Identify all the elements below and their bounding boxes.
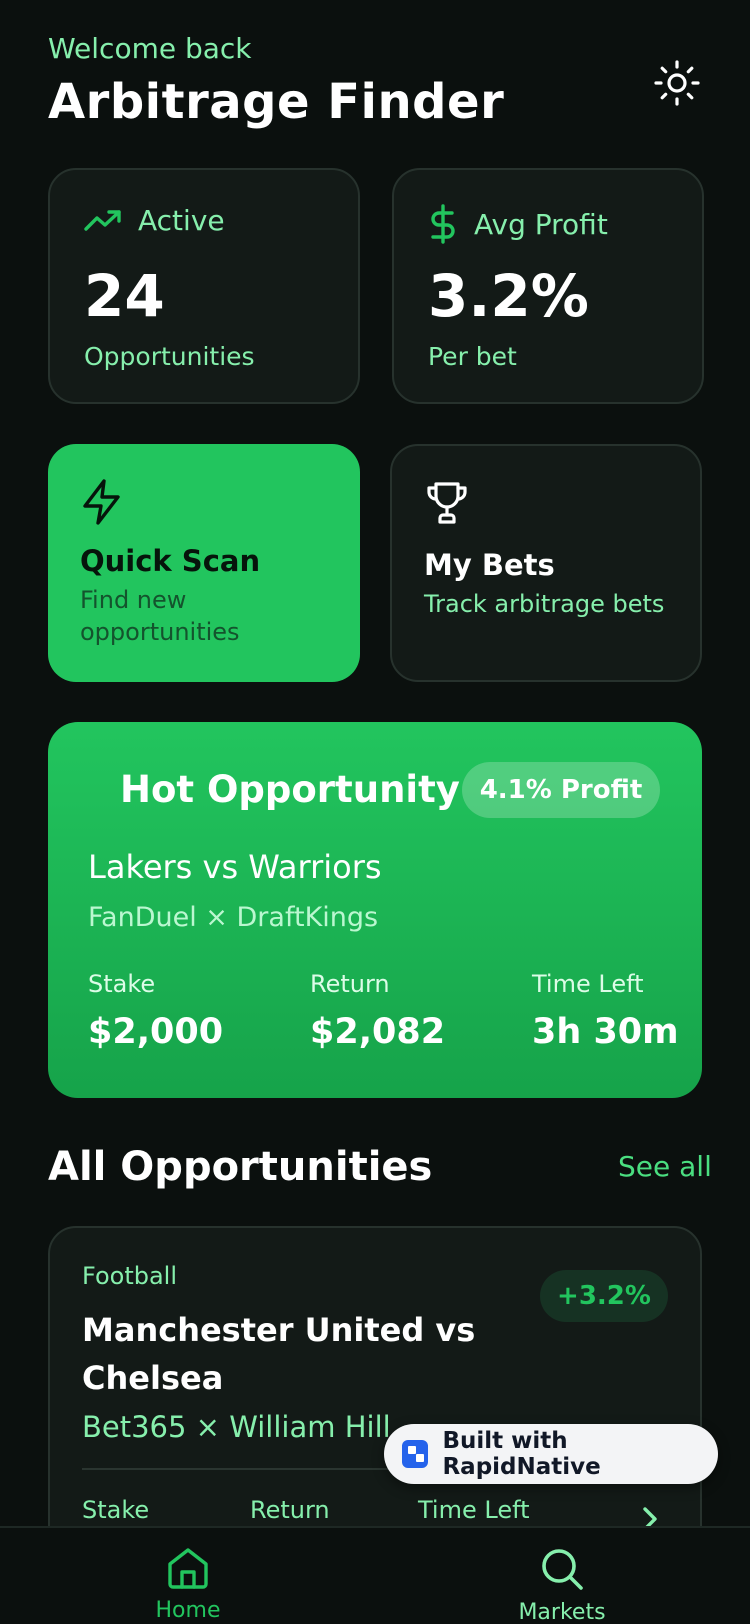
active-count: 24 [84, 262, 165, 330]
sun-icon [654, 60, 700, 106]
my-bets-subtitle: Track arbitrage bets [424, 590, 665, 618]
opportunity-bookmakers: Bet365 × William Hill [82, 1410, 391, 1444]
built-with-text: Built with RapidNative [442, 1428, 601, 1480]
profit-badge: 4.1% Profit [462, 762, 660, 818]
search-icon [542, 1549, 583, 1590]
hot-return: Return $2,082 [310, 970, 445, 1052]
tab-markets-label: Markets [518, 1600, 606, 1624]
stake-label: Stake [88, 970, 156, 998]
opportunity-time-left-label: Time Left [418, 1496, 530, 1524]
active-stat-card: Active 24 Opportunities [48, 168, 360, 404]
hot-opportunity-title: Hot Opportunity [120, 768, 460, 811]
avg-profit-sub: Per bet [428, 342, 517, 371]
my-bets-button[interactable]: My Bets Track arbitrage bets [390, 444, 702, 682]
rapidnative-logo-icon [402, 1440, 429, 1468]
stake-value: $2,000 [88, 1012, 224, 1052]
tab-home[interactable]: Home [108, 1528, 268, 1623]
trending-up-icon [84, 209, 121, 231]
hot-bookmakers: FanDuel × DraftKings [88, 902, 379, 933]
avg-profit-value: 3.2% [428, 262, 589, 330]
see-all-link[interactable]: See all [618, 1150, 712, 1183]
home-icon [168, 1548, 208, 1589]
quick-scan-title: Quick Scan [80, 544, 261, 578]
tab-markets[interactable]: Markets [482, 1528, 642, 1624]
opportunity-match: Manchester United vs Chelsea [82, 1311, 476, 1397]
bottom-tab-bar: Home Markets [0, 1526, 750, 1624]
opportunity-profit-badge: +3.2% [540, 1270, 668, 1322]
hot-time-left: Time Left 3h 30m [532, 970, 679, 1052]
hot-opportunity-card[interactable]: Hot Opportunity 4.1% Profit Lakers vs Wa… [48, 722, 702, 1098]
tab-home-label: Home [155, 1598, 221, 1623]
home-screen: Welcome back Arbitrage Finder Active 24 … [0, 0, 750, 1624]
quick-scan-button[interactable]: Quick Scan Find new opportunities [48, 444, 360, 682]
return-label: Return [310, 970, 390, 998]
trophy-icon [427, 482, 467, 524]
avg-profit-stat-card: Avg Profit 3.2% Per bet [392, 168, 704, 404]
lightning-icon [83, 479, 120, 525]
active-sub: Opportunities [84, 342, 255, 371]
hot-stake: Stake $2,000 [88, 970, 223, 1052]
time-left-value: 3h 30m [532, 1012, 679, 1052]
my-bets-title: My Bets [424, 548, 555, 582]
theme-toggle-button[interactable] [652, 58, 702, 108]
built-with-badge[interactable]: Built with RapidNative [384, 1424, 718, 1484]
avg-profit-label: Avg Profit [474, 207, 608, 241]
welcome-text: Welcome back [48, 32, 252, 65]
dollar-icon [431, 204, 455, 244]
page-title: Arbitrage Finder [48, 74, 505, 130]
active-label: Active [138, 204, 225, 237]
hot-match: Lakers vs Warriors [88, 848, 382, 886]
opportunity-stake-label: Stake [82, 1496, 150, 1524]
section-title: All Opportunities [48, 1144, 433, 1190]
opportunity-category: Football [82, 1262, 178, 1290]
time-left-label: Time Left [532, 970, 644, 998]
quick-scan-subtitle: Find new opportunities [80, 586, 240, 646]
return-value: $2,082 [310, 1012, 446, 1052]
opportunity-return-label: Return [250, 1496, 330, 1524]
